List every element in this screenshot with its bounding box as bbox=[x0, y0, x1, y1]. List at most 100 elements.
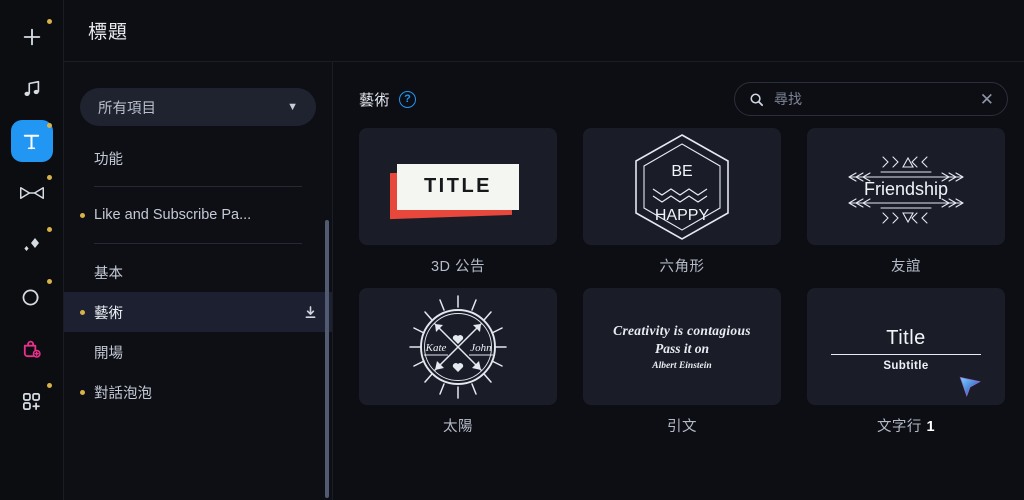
category-list: 功能 Like and Subscribe Pa... 基本 藝術 開場 對話泡… bbox=[64, 138, 332, 412]
quote-author: Albert Einstein bbox=[652, 360, 712, 371]
category-item-yishu[interactable]: 藝術 bbox=[64, 292, 332, 332]
preview-friendship: Friendship bbox=[848, 155, 964, 224]
sparkle-diamond-icon bbox=[23, 238, 39, 251]
filter-moon-icon bbox=[22, 289, 39, 305]
preview-sun: Kate John bbox=[409, 294, 507, 399]
download-icon[interactable] bbox=[303, 305, 318, 320]
help-circle-icon[interactable]: ? bbox=[399, 90, 417, 108]
category-label: Like and Subscribe Pa... bbox=[94, 207, 252, 223]
music-note-icon bbox=[23, 80, 39, 96]
content-header: 藝術 ? ✕ bbox=[359, 82, 1008, 116]
plus-icon bbox=[23, 28, 40, 46]
new-badge-dot bbox=[80, 309, 85, 315]
rail-item-plugins[interactable] bbox=[11, 380, 53, 422]
notification-dot bbox=[46, 123, 52, 128]
category-divider bbox=[94, 243, 302, 244]
rail-item-filters[interactable] bbox=[11, 276, 53, 318]
template-card[interactable]: BE HAPPY 六角形 bbox=[583, 128, 781, 276]
preview-title-subtitle: Title Subtitle bbox=[831, 326, 981, 373]
3d-plate: TITLE bbox=[397, 163, 519, 210]
quote-line-2: Pass it on bbox=[654, 340, 709, 356]
template-card[interactable]: Friendship 友誼 bbox=[807, 128, 1005, 276]
template-label: 六角形 bbox=[659, 259, 705, 275]
category-item-like-and-subscribe[interactable]: Like and Subscribe Pa... bbox=[64, 195, 332, 235]
tool-rail bbox=[0, 0, 64, 500]
preview-subtitle: Subtitle bbox=[883, 360, 929, 373]
notification-dot bbox=[46, 19, 52, 24]
preview-title: Title bbox=[886, 326, 926, 349]
search-icon bbox=[749, 92, 764, 107]
template-thumbnail: BE HAPPY bbox=[583, 128, 781, 245]
sticker-bag-plus-icon bbox=[23, 340, 41, 358]
grid-plus-icon bbox=[22, 392, 41, 410]
hex-line-1: BE bbox=[671, 163, 692, 180]
template-card[interactable]: Kate John 太陽 bbox=[359, 288, 557, 436]
template-label: 友誼 bbox=[891, 259, 921, 275]
notification-dot bbox=[46, 227, 52, 232]
preview-text: TITLE bbox=[423, 175, 493, 197]
hex-line-2: HAPPY bbox=[655, 207, 710, 224]
dropdown-value: 所有項目 bbox=[98, 100, 156, 117]
category-label: 對話泡泡 bbox=[94, 385, 152, 402]
category-item-kaichang[interactable]: 開場 bbox=[64, 332, 332, 372]
category-label: 開場 bbox=[94, 345, 123, 362]
template-grid: TITLE 3D 公告 BE HAPPY 六角形 Friendship 友誼 K… bbox=[359, 128, 1008, 436]
preview-hexagon: BE HAPPY bbox=[635, 133, 729, 240]
template-label: 引文 bbox=[667, 419, 697, 435]
category-panel: 所有項目 ▼ 功能 Like and Subscribe Pa... 基本 藝術… bbox=[64, 62, 333, 500]
preview-quote: Creativity is contagious Pass it on Albe… bbox=[613, 323, 751, 371]
template-label: 太陽 bbox=[443, 419, 473, 435]
top-bar: 標題 bbox=[64, 0, 1024, 62]
rail-item-audio[interactable] bbox=[11, 68, 53, 110]
notification-dot bbox=[46, 383, 52, 388]
rail-item-add-media[interactable] bbox=[11, 16, 53, 58]
page-title: 標題 bbox=[88, 22, 129, 43]
template-label-text: 文字行 bbox=[876, 419, 927, 435]
search-input[interactable] bbox=[774, 91, 974, 107]
template-thumbnail: Friendship bbox=[807, 128, 1005, 245]
preview-rule bbox=[831, 353, 981, 356]
sun-name-2: John bbox=[470, 342, 492, 354]
template-thumbnail: Creativity is contagious Pass it on Albe… bbox=[583, 288, 781, 405]
content-title: 藝術 bbox=[359, 91, 391, 109]
rail-item-transition[interactable] bbox=[11, 172, 53, 214]
transition-bowtie-icon bbox=[19, 187, 44, 199]
rail-item-effects[interactable] bbox=[11, 224, 53, 266]
friendship-text: Friendship bbox=[864, 179, 948, 199]
category-item-duihua-paopao[interactable]: 對話泡泡 bbox=[64, 372, 332, 412]
rail-item-text[interactable] bbox=[10, 120, 53, 162]
template-label-index: 1 bbox=[926, 419, 936, 435]
sun-name-1: Kate bbox=[425, 342, 447, 354]
category-item-gongneng[interactable]: 功能 bbox=[64, 138, 332, 178]
category-item-jiben[interactable]: 基本 bbox=[64, 252, 332, 292]
template-thumbnail: Kate John bbox=[359, 288, 557, 405]
body-row: 所有項目 ▼ 功能 Like and Subscribe Pa... 基本 藝術… bbox=[64, 62, 1024, 500]
close-x-icon[interactable]: ✕ bbox=[974, 91, 994, 108]
search-box[interactable]: ✕ bbox=[734, 82, 1008, 116]
notification-dot bbox=[46, 175, 52, 180]
template-card[interactable]: Title Subtitle 文字行 1 bbox=[807, 288, 1005, 436]
text-t-icon bbox=[23, 134, 40, 149]
template-label: 文字行 1 bbox=[807, 415, 1005, 436]
category-label: 功能 bbox=[94, 151, 123, 168]
content-area: 藝術 ? ✕ bbox=[333, 62, 1024, 500]
quote-line-1: Creativity is contagious bbox=[613, 322, 751, 338]
template-card[interactable]: TITLE 3D 公告 bbox=[359, 128, 557, 276]
rail-item-stickers[interactable] bbox=[11, 328, 53, 370]
mouse-cursor-icon bbox=[959, 376, 981, 397]
category-filter-dropdown[interactable]: 所有項目 ▼ bbox=[80, 88, 316, 126]
new-badge-dot bbox=[80, 389, 85, 395]
main-column: 標題 所有項目 ▼ 功能 Like and Subscribe Pa... 基本… bbox=[64, 0, 1024, 500]
app-window: 標題 所有項目 ▼ 功能 Like and Subscribe Pa... 基本… bbox=[0, 0, 1024, 500]
category-panel-scrollbar[interactable] bbox=[325, 220, 329, 498]
chevron-down-icon: ▼ bbox=[287, 100, 298, 113]
template-thumbnail: Title Subtitle bbox=[807, 288, 1005, 405]
notification-dot bbox=[46, 279, 52, 284]
template-thumbnail: TITLE bbox=[359, 128, 557, 245]
category-label: 基本 bbox=[94, 265, 123, 282]
template-label: 3D 公告 bbox=[430, 259, 486, 275]
template-card[interactable]: Creativity is contagious Pass it on Albe… bbox=[583, 288, 781, 436]
new-badge-dot bbox=[80, 212, 85, 218]
category-divider bbox=[94, 186, 302, 187]
preview-3d-title: TITLE bbox=[390, 163, 519, 219]
